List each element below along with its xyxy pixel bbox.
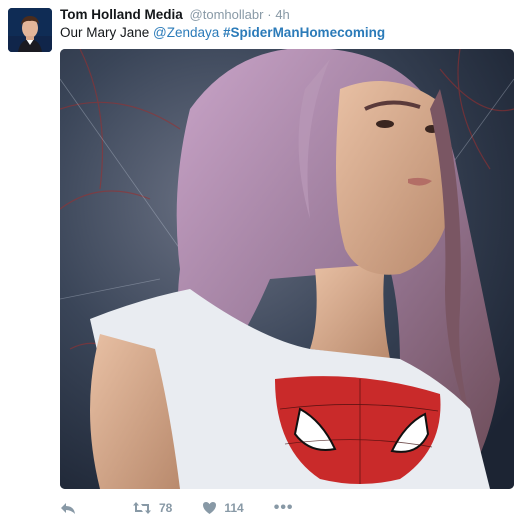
tweet-photo[interactable] (60, 49, 514, 489)
separator-dot: · (267, 7, 272, 22)
author-handle[interactable]: @tomhollabr (190, 7, 264, 22)
reply-icon (60, 501, 76, 515)
like-button[interactable]: 114 (202, 501, 244, 515)
tweet-text: Our Mary Jane @Zendaya #SpiderManHomecom… (60, 25, 385, 40)
retweet-count: 78 (159, 501, 173, 515)
avatar[interactable] (8, 8, 52, 52)
tweet-header: Tom Holland Media @tomhollabr · 4h (60, 7, 290, 25)
retweet-icon (132, 501, 152, 515)
more-icon: ••• (273, 499, 294, 516)
like-count: 114 (224, 501, 244, 515)
author-name[interactable]: Tom Holland Media (60, 7, 183, 22)
reply-button[interactable] (60, 501, 76, 515)
mention-link[interactable]: @Zendaya (153, 25, 219, 40)
avatar-image (8, 8, 52, 52)
timestamp[interactable]: 4h (275, 7, 289, 22)
tweet-text-prefix: Our Mary Jane (60, 25, 154, 40)
photo-image (60, 49, 514, 489)
heart-icon (202, 501, 217, 515)
more-button[interactable]: ••• (274, 499, 294, 517)
tweet: Tom Holland Media @tomhollabr · 4h Our M… (0, 0, 522, 524)
tweet-actions: 78 114 ••• (60, 498, 324, 518)
retweet-button[interactable]: 78 (132, 501, 172, 515)
hashtag-link[interactable]: #SpiderManHomecoming (223, 25, 385, 40)
